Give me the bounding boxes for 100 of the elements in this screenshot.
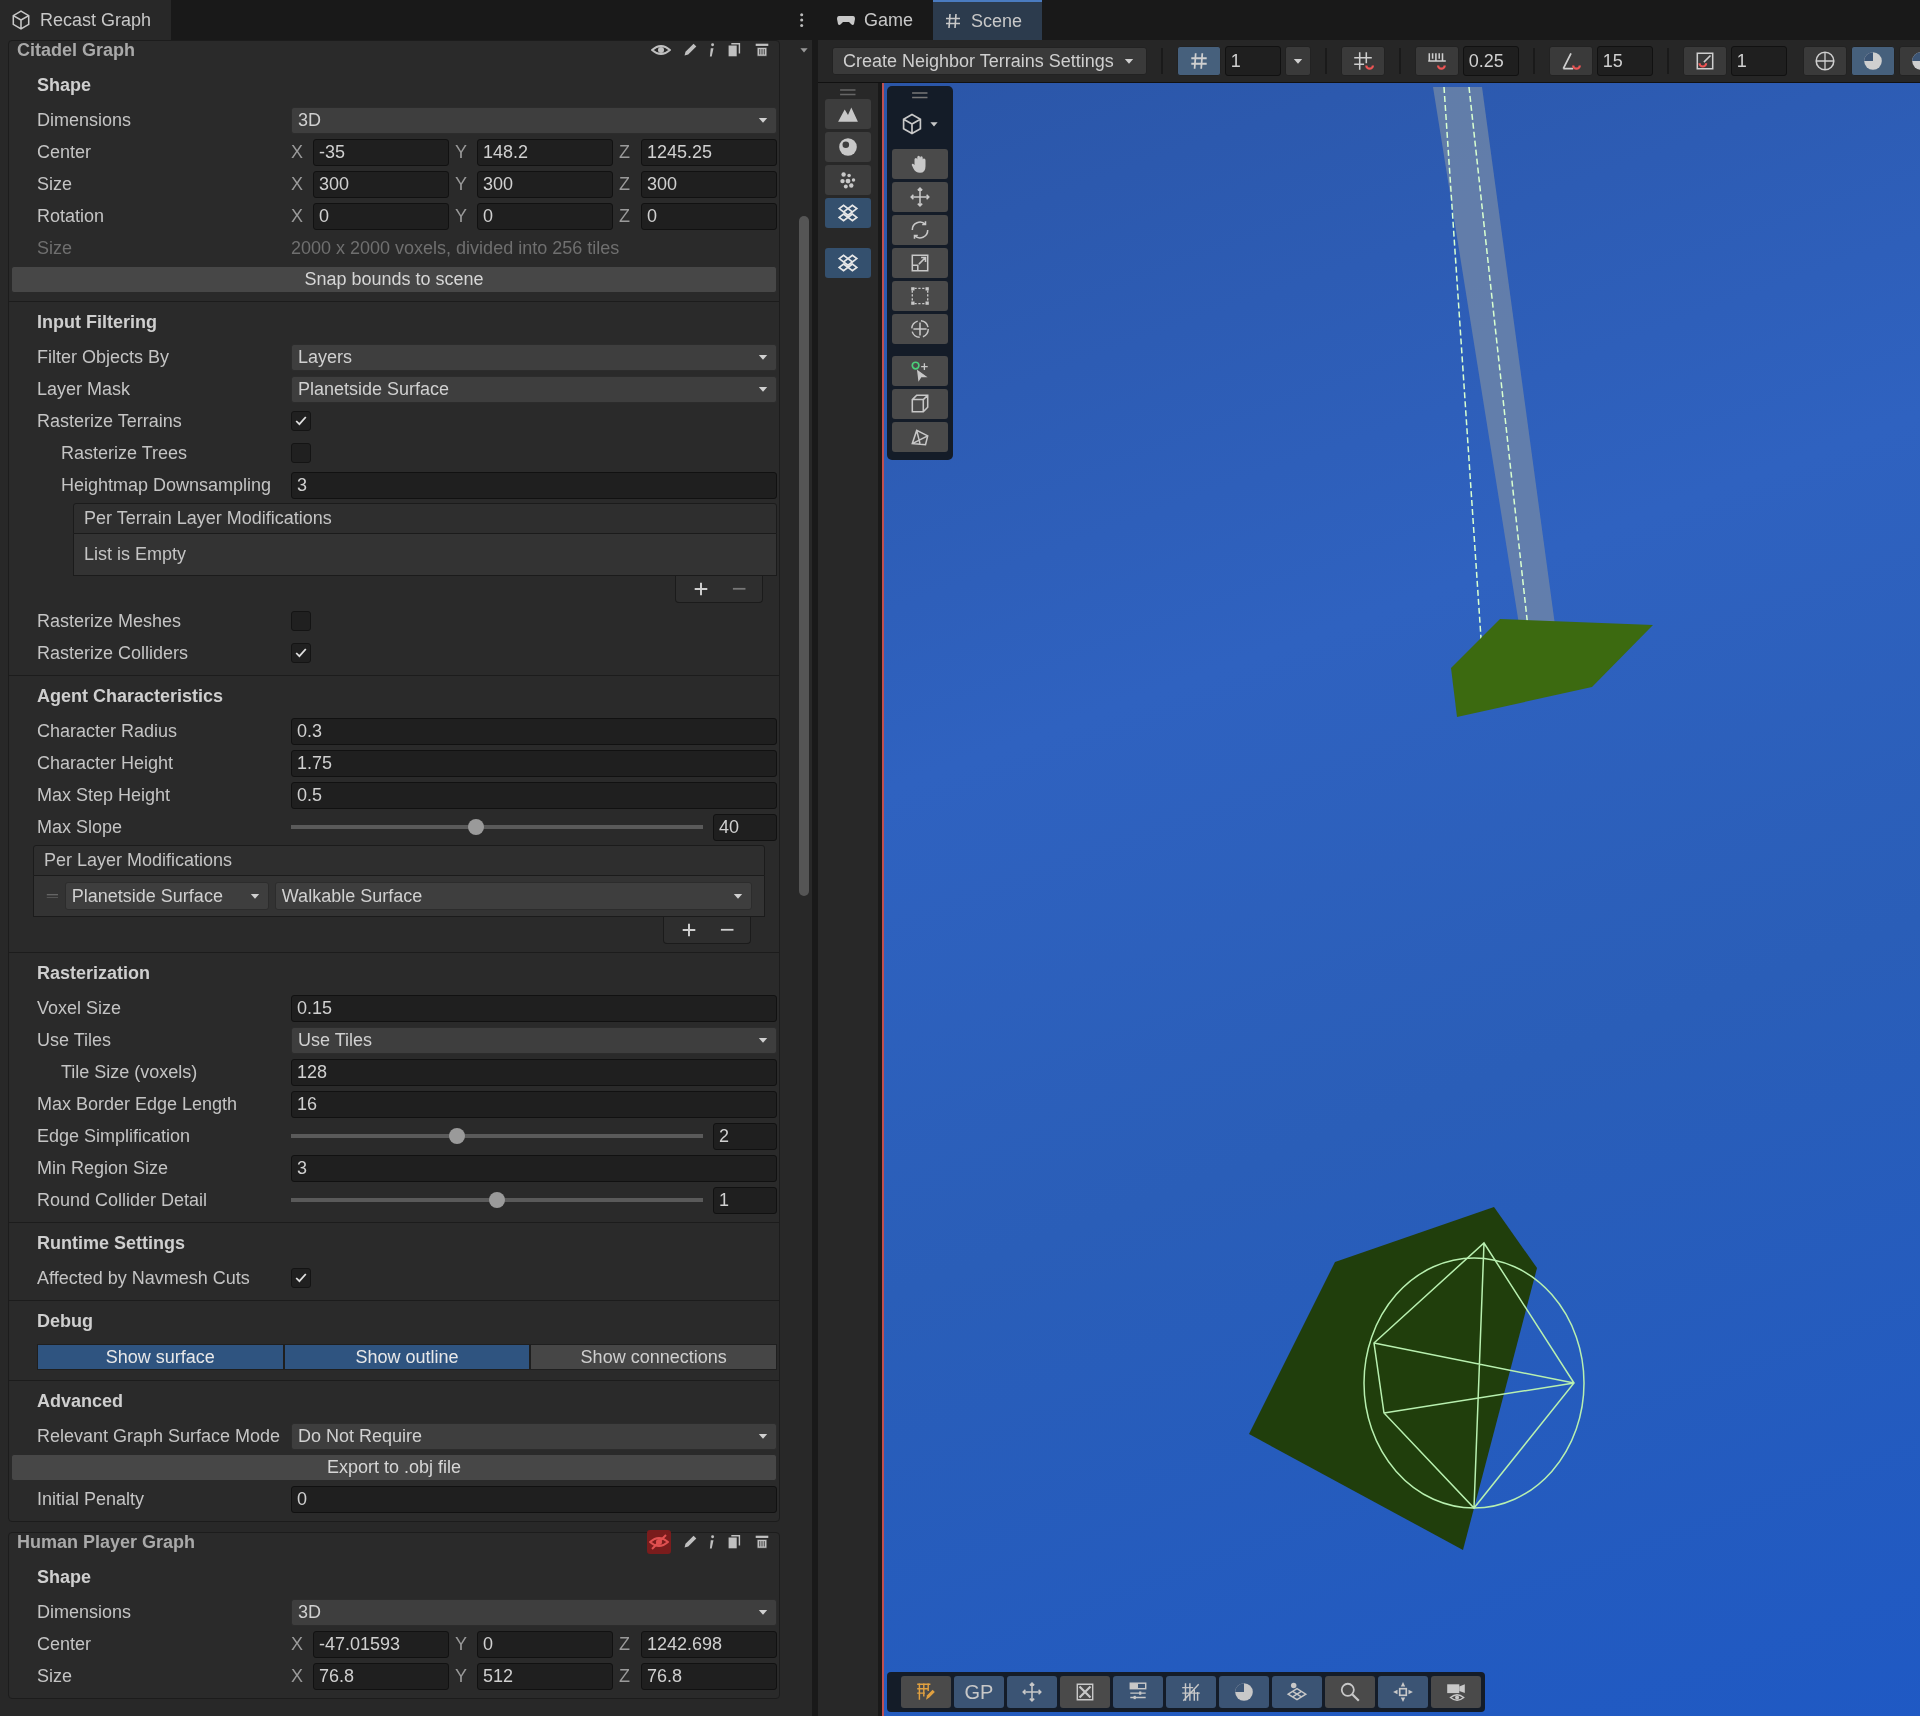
- dropdown-field[interactable]: 3D: [291, 106, 777, 134]
- tool-button[interactable]: [892, 421, 948, 452]
- tool-button[interactable]: [892, 148, 948, 179]
- dropdown-field[interactable]: Planetside Surface: [291, 375, 777, 403]
- number-field[interactable]: 16: [291, 1090, 777, 1118]
- toolbar-button[interactable]: [1007, 1676, 1057, 1708]
- number-field[interactable]: 300: [313, 170, 449, 198]
- number-field[interactable]: 3: [291, 471, 777, 499]
- number-field[interactable]: 40: [713, 813, 777, 841]
- toggle-button[interactable]: Show surface: [37, 1344, 284, 1370]
- tool-button[interactable]: [892, 280, 948, 311]
- number-field[interactable]: 2: [713, 1122, 777, 1150]
- tool-strip-button[interactable]: [825, 98, 871, 129]
- toolbar-button[interactable]: [1431, 1676, 1481, 1708]
- number-field[interactable]: 0: [291, 1485, 777, 1513]
- number-field[interactable]: 0: [477, 1630, 613, 1658]
- toolbar-button[interactable]: [1219, 1676, 1269, 1708]
- number-field[interactable]: 148.2: [477, 138, 613, 166]
- dropdown-field[interactable]: Walkable Surface: [274, 882, 752, 910]
- shading-button[interactable]: [1802, 46, 1847, 76]
- dropdown-field[interactable]: Do Not Require: [291, 1422, 777, 1450]
- number-field[interactable]: 1.75: [291, 749, 777, 777]
- number-field[interactable]: 300: [477, 170, 613, 198]
- number-field[interactable]: 0: [477, 202, 613, 230]
- checkbox[interactable]: [291, 1268, 311, 1288]
- tool-strip-button[interactable]: [825, 164, 871, 195]
- number-field[interactable]: 128: [291, 1058, 777, 1086]
- grid-pencil-icon: [915, 1681, 937, 1703]
- grid-toggle[interactable]: [1176, 46, 1221, 76]
- number-field[interactable]: 76.8: [313, 1662, 449, 1690]
- visibility-toggle[interactable]: [646, 1530, 671, 1554]
- slider-thumb[interactable]: [449, 1128, 466, 1144]
- snap-button[interactable]: [1414, 46, 1459, 76]
- number-field[interactable]: -35: [313, 138, 449, 166]
- graph-title: Citadel Graph: [17, 40, 137, 61]
- slider-thumb[interactable]: [489, 1192, 505, 1208]
- tool-button[interactable]: [892, 388, 948, 419]
- view-tab[interactable]: Scene: [933, 0, 1043, 40]
- dropdown-field[interactable]: Layers: [291, 343, 777, 371]
- tool-button[interactable]: [892, 247, 948, 278]
- number-field[interactable]: 300: [641, 170, 777, 198]
- number-field[interactable]: -47.01593: [313, 1630, 449, 1658]
- toolbar-button[interactable]: [1378, 1676, 1428, 1708]
- number-field[interactable]: 1: [1224, 46, 1281, 76]
- toolbar-button[interactable]: [1113, 1676, 1163, 1708]
- overlay-menu-dropdown[interactable]: Create Neighbor Terrains Settings: [832, 47, 1147, 75]
- tool-button[interactable]: [892, 181, 948, 212]
- number-field[interactable]: 0.3: [291, 717, 777, 745]
- snap-button[interactable]: [1548, 46, 1593, 76]
- inspector-tab[interactable]: Recast Graph: [0, 0, 172, 40]
- grid-dropdown[interactable]: [1284, 46, 1311, 76]
- shading-button[interactable]: [1850, 46, 1895, 76]
- field-label: Max Slope: [37, 816, 124, 838]
- info-text: 2000 x 2000 voxels, divided into 256 tiles: [291, 237, 621, 259]
- toggle-button[interactable]: Show outline: [283, 1344, 531, 1370]
- action-button[interactable]: Snap bounds to scene: [11, 266, 777, 293]
- action-button[interactable]: Export to .obj file: [11, 1454, 777, 1481]
- slider-thumb[interactable]: [467, 819, 484, 835]
- number-field[interactable]: 0.25: [1462, 46, 1519, 76]
- crosshair-icon: [1392, 1681, 1414, 1703]
- tool-strip-button[interactable]: [825, 197, 871, 228]
- toolbar-button[interactable]: [1272, 1676, 1322, 1708]
- toolbar-button[interactable]: [1060, 1676, 1110, 1708]
- number-field[interactable]: 0: [641, 202, 777, 230]
- field-label: Tile Size (voxels): [60, 1061, 199, 1083]
- globe-icon: [1813, 50, 1836, 72]
- dropdown-field[interactable]: Planetside Surface: [64, 882, 269, 910]
- minus-icon: [719, 928, 734, 932]
- toolbar-button[interactable]: [901, 1676, 951, 1708]
- field-label: Filter Objects By: [37, 346, 171, 368]
- tool-strip-button[interactable]: [825, 131, 871, 162]
- number-field[interactable]: 1: [713, 1186, 777, 1214]
- number-field[interactable]: 0.15: [291, 994, 777, 1022]
- number-field[interactable]: 1: [1730, 46, 1787, 76]
- axis-label: Y: [455, 141, 468, 163]
- snap-button[interactable]: [1340, 46, 1385, 76]
- tool-button[interactable]: [892, 355, 948, 386]
- number-field[interactable]: 76.8: [641, 1662, 777, 1690]
- toolbar-button[interactable]: [1325, 1676, 1375, 1708]
- field-label: Center: [37, 1633, 93, 1655]
- scene-viewport[interactable]: GP: [882, 83, 1920, 1716]
- checkbox[interactable]: [291, 411, 311, 431]
- number-field[interactable]: 15: [1596, 46, 1653, 76]
- dropdown-field[interactable]: Use Tiles: [291, 1026, 777, 1054]
- tool-button[interactable]: [892, 214, 948, 245]
- number-field[interactable]: 1245.25: [641, 138, 777, 166]
- toggle-button[interactable]: Show connections: [530, 1344, 777, 1370]
- tool-strip-button[interactable]: [825, 247, 871, 278]
- number-field[interactable]: 512: [477, 1662, 613, 1690]
- number-field[interactable]: 1242.698: [641, 1630, 777, 1658]
- checkbox[interactable]: [291, 643, 311, 663]
- tool-button[interactable]: [892, 313, 948, 344]
- toolbar-button[interactable]: [1166, 1676, 1216, 1708]
- field-label: Voxel Size: [37, 997, 123, 1019]
- number-field[interactable]: 0.5: [291, 781, 777, 809]
- snap-button[interactable]: [1682, 46, 1727, 76]
- toolbar-button[interactable]: GP: [954, 1676, 1004, 1708]
- number-field[interactable]: 0: [313, 202, 449, 230]
- number-field[interactable]: 3: [291, 1154, 777, 1182]
- dropdown-field[interactable]: 3D: [291, 1598, 777, 1626]
